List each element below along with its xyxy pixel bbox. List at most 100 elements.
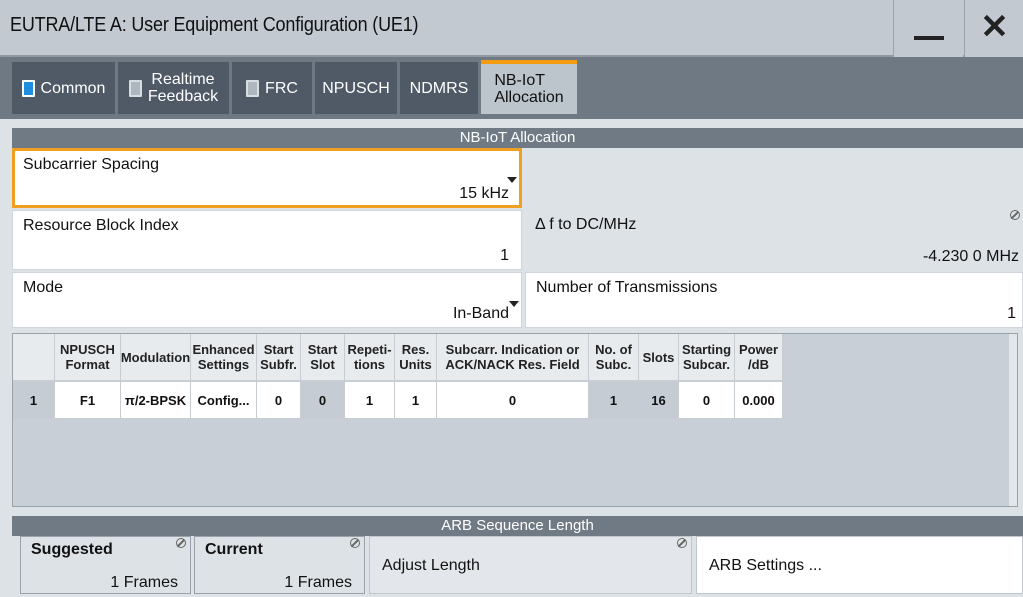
table-cell-start-slot[interactable]: 0 [301,381,345,419]
column-header-row-number [13,334,55,380]
column-header-repetitions: Repeti-tions [345,334,395,380]
current-value: 1 Frames [284,574,352,591]
tab-realtime-feedback[interactable]: Realtime Feedback [118,62,229,114]
table-cell-modulation[interactable]: π/2-BPSK [121,381,191,419]
delta-f-field: Δ f to DC/MHz -4.230 0 MHz [525,210,1023,270]
tab-common[interactable]: Common [12,62,115,114]
column-header-text: Res. Units [399,342,432,372]
suggested-label: Suggested [31,541,113,558]
close-icon: ✕ [980,8,1009,46]
header-line1: Slots [642,349,675,365]
header-line2: Subfr. [260,357,297,372]
table-scrollbar[interactable] [1009,334,1017,506]
tab-nb-iot-allocation[interactable]: NB-IoT Allocation [481,60,577,114]
allocation-table: NPUSCH Format Modulation Enhanced Settings St… [12,333,1018,507]
header-line1: Power [738,342,778,357]
empty-panel [525,148,1023,208]
arb-settings-button[interactable]: ARB Settings ... [696,536,1023,594]
header-line2: ACK/NACK Res. Field [445,357,580,372]
column-header-text: Repeti-tions [347,342,391,372]
column-header-slots: Slots [639,334,679,380]
minimize-button[interactable] [893,0,963,57]
window-title: EUTRA/LTE A: User Equipment Configuratio… [10,14,419,36]
disabled-indicator-icon [128,79,142,97]
tab-label: NDMRS [409,79,469,97]
tab-frc[interactable]: FRC [232,62,312,114]
tab-label-line1: Realtime [151,71,215,88]
dropdown-arrow-icon [509,301,519,307]
column-header-power: Power/dB [735,334,783,380]
current-label: Current [205,541,263,558]
read-only-icon [677,538,687,548]
column-header-starting-subcarrier: Starting Subcar. [679,334,735,380]
delta-f-value: -4.230 0 MHz [922,248,1019,265]
title-bar: EUTRA/LTE A: User Equipment Configuratio… [0,0,1023,57]
tab-label-line1: NB-IoT [494,72,545,89]
header-line1: Enhanced [192,342,255,357]
column-header-subcarrier-indication: Subcarr. Indication or ACK/NACK Res. Fiel… [437,334,589,380]
column-header-text: Enhanced Settings [192,342,254,372]
suggested-field: Suggested 1 Frames [20,536,191,594]
table-cell-npusch-format[interactable]: F1 [55,381,121,419]
tab-label: NPUSCH [322,79,390,97]
dropdown-arrow-icon [507,177,517,183]
column-header-number-of-subcarriers: No. of Subc. [589,334,639,380]
tab-bar: Common Realtime Feedback FRC NPUSCH NDMR… [0,57,1023,119]
table-cell-enhanced-settings[interactable]: Config... [191,381,257,419]
read-only-icon [350,538,360,548]
subcarrier-spacing-value: 15 kHz [459,185,509,202]
close-button[interactable]: ✕ [964,0,1023,57]
arb-header: ARB Sequence Length [12,516,1023,536]
tab-label: FRC [265,79,298,97]
number-of-transmissions-field[interactable]: Number of Transmissions 1 [525,272,1023,328]
column-header-start-subframe: Start Subfr. [257,334,301,380]
subcarrier-spacing-select[interactable]: Subcarrier Spacing 15 kHz [12,148,522,208]
table-cell-subcarrier-indication[interactable]: 0 [437,381,589,419]
column-header-text: Modulation [121,350,190,365]
table-cell-power[interactable]: 0.000 [735,381,783,419]
current-field: Current 1 Frames [194,536,365,594]
minimize-icon [914,36,944,40]
header-line2: Slot [310,357,335,372]
column-header-text: NPUSCH Format [60,342,115,372]
table-cell-repetitions[interactable]: 1 [345,381,395,419]
content-panel: NB-IoT Allocation Subcarrier Spacing 15 … [0,119,1023,597]
mode-select[interactable]: Mode In-Band [12,272,522,328]
tab-ndmrs[interactable]: NDMRS [400,62,478,114]
resource-block-index-label: Resource Block Index [23,217,179,234]
tab-label-line2: Allocation [494,89,564,106]
header-line2: Subc. [595,357,632,372]
column-header-modulation: Modulation [121,334,191,380]
read-only-icon [176,538,186,548]
table-cell-slots[interactable]: 16 [639,381,679,419]
delta-f-label: Δ f to DC/MHz [535,216,637,233]
number-of-transmissions-label: Number of Transmissions [536,279,718,296]
column-header-text: No. of Subc. [595,342,632,372]
header-line1: NPUSCH [60,342,115,357]
table-cell-number-of-subcarriers[interactable]: 1 [589,381,639,419]
column-header-npusch-format: NPUSCH Format [55,334,121,380]
resource-block-index-value: 1 [500,247,509,264]
column-header-text: Start Slot [308,342,338,372]
number-of-transmissions-value: 1 [1007,305,1016,322]
header-line1: Starting [681,342,732,357]
mode-value: In-Band [452,305,509,322]
table-cell-row-number[interactable]: 1 [13,381,55,419]
column-header-text: Start Subfr. [260,342,297,372]
adjust-length-button[interactable]: Adjust Length [369,536,692,594]
column-header-text: Subcarr. Indication or ACK/NACK Res. Fiel… [445,342,579,372]
suggested-value: 1 Frames [110,574,178,591]
mode-label: Mode [23,279,64,296]
column-header-start-slot: Start Slot [301,334,345,380]
tab-npusch[interactable]: NPUSCH [315,62,397,114]
table-cell-resource-units[interactable]: 1 [395,381,437,419]
subcarrier-spacing-label: Subcarrier Spacing [23,156,160,173]
tab-label: Common [40,79,106,97]
column-header-text: Power/dB [739,342,778,372]
column-header-text: Slots [643,350,675,365]
table-cell-start-subframe[interactable]: 0 [257,381,301,419]
column-header-resource-units: Res. Units [395,334,437,380]
enabled-indicator-icon [21,79,35,97]
table-cell-starting-subcarrier[interactable]: 0 [679,381,735,419]
resource-block-index-field[interactable]: Resource Block Index 1 [12,210,522,270]
